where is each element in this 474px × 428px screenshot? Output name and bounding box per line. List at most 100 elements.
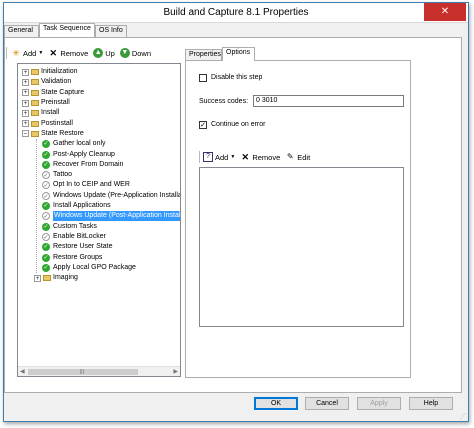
tree-item[interactable]: ✓ Install Applications	[42, 201, 111, 211]
tree-item-label: Recover From Domain	[53, 160, 124, 168]
tree-item[interactable]: + Imaging	[34, 273, 78, 283]
add-icon: ✳	[12, 48, 20, 58]
expand-icon[interactable]: +	[34, 274, 41, 282]
remove-button[interactable]: ✕ Remove	[48, 48, 89, 58]
tree-item[interactable]: ✓ Restore User State	[42, 242, 113, 252]
down-button[interactable]: ▼ Down	[119, 48, 152, 58]
tree-item[interactable]: + State Capture	[22, 88, 84, 98]
task-sequence-tree[interactable]: + Initialization + Validation + State Capture…	[17, 63, 181, 377]
checkmark-icon: ✓	[42, 202, 50, 211]
condition-edit-button[interactable]: ✎ Edit	[285, 152, 310, 162]
condition-remove-label: Remove	[252, 152, 281, 162]
checkmark-icon: ✓	[42, 181, 50, 190]
tree-item[interactable]: + Initialization	[22, 67, 78, 77]
folder-icon	[31, 110, 39, 117]
tab-os-info[interactable]: OS Info	[95, 25, 127, 37]
checkmark-icon: ✓	[42, 171, 50, 180]
tree-item[interactable]: ✓ Restore Groups	[42, 252, 102, 262]
horizontal-scrollbar[interactable]: ◀ ||| ▶	[18, 366, 180, 376]
checkmark-icon: ✓	[42, 160, 50, 169]
remove-label: Remove	[60, 48, 89, 58]
add-button[interactable]: ✳ Add ▼	[11, 48, 43, 58]
folder-icon	[31, 69, 39, 76]
apply-button[interactable]: Apply	[357, 397, 401, 410]
down-label: Down	[131, 48, 152, 58]
up-arrow-icon: ▲	[93, 48, 104, 58]
continue-on-error-checkbox[interactable]: ✓	[199, 121, 207, 129]
remove-icon: ✕	[49, 48, 58, 58]
tree-item[interactable]: ✓ Opt In to CEIP and WER	[42, 180, 130, 190]
expand-icon[interactable]: +	[22, 78, 29, 86]
resize-grip-icon[interactable]: ⋰	[460, 413, 468, 421]
edit-icon: ✎	[286, 152, 294, 161]
expand-icon[interactable]: +	[22, 89, 29, 97]
help-button[interactable]: Help	[409, 397, 453, 410]
tab-general[interactable]: General	[4, 25, 39, 37]
tree-item[interactable]: + Preinstall	[22, 98, 70, 108]
scroll-right-icon[interactable]: ▶	[173, 368, 178, 375]
tree-content: + Initialization + Validation + State Capture…	[18, 64, 180, 366]
ok-button[interactable]: OK	[254, 397, 298, 410]
tree-item-label: Postinstall	[41, 119, 73, 127]
checkmark-icon: ✓	[42, 263, 50, 272]
checkmark-icon: ✓	[42, 212, 50, 221]
remove-icon: ✕	[241, 152, 250, 162]
tree-item[interactable]: ✓ Recover From Domain	[42, 160, 123, 170]
tree-item-label: State Restore	[41, 129, 84, 137]
conditions-toolbar: ? Add ▼ ✕ Remove ✎ Edit	[199, 151, 315, 163]
add-label: Add	[23, 48, 37, 58]
tree-item-label: Enable BitLocker	[53, 232, 106, 240]
tree-item[interactable]: + Install	[22, 108, 59, 118]
success-codes-label: Success codes:	[199, 98, 249, 105]
condition-add-label: Add	[215, 152, 229, 162]
tree-item[interactable]: ✓ Post-Apply Cleanup	[42, 149, 115, 159]
tree-item[interactable]: ✓ Custom Tasks	[42, 222, 97, 232]
checkmark-icon: ✓	[42, 191, 50, 200]
tree-item-label: Gather local only	[53, 140, 106, 148]
tree-item[interactable]: ✓ Apply Local GPO Package	[42, 263, 136, 273]
condition-remove-button[interactable]: ✕ Remove	[240, 152, 281, 162]
expand-icon[interactable]: +	[22, 120, 29, 128]
scrollbar-grip-icon: |||	[80, 369, 84, 375]
scroll-left-icon[interactable]: ◀	[20, 368, 25, 375]
tree-item-label: Initialization	[41, 68, 78, 76]
tree-item[interactable]: ✓ Tattoo	[42, 170, 72, 180]
checkmark-icon: ✓	[200, 121, 206, 129]
close-button[interactable]: ✕	[424, 3, 466, 21]
expand-icon[interactable]: +	[22, 99, 29, 107]
tree-item[interactable]: − State Restore	[22, 129, 84, 139]
task-sequence-toolbar: ✳ Add ▼ ✕ Remove ▲ Up ▼ Down	[6, 46, 156, 60]
tree-item-label: Imaging	[53, 274, 78, 282]
tree-connector-line	[36, 139, 37, 273]
chevron-down-icon: ▼	[230, 154, 236, 160]
conditions-list[interactable]	[199, 167, 404, 327]
title-bar: Build and Capture 8.1 Properties ✕	[4, 3, 468, 23]
chevron-down-icon: ▼	[38, 50, 44, 56]
tree-item[interactable]: + Postinstall	[22, 119, 73, 129]
tree-item[interactable]: ✓ Enable BitLocker	[42, 232, 106, 242]
expand-icon[interactable]: +	[22, 68, 29, 76]
checkmark-icon: ✓	[42, 140, 50, 149]
folder-icon	[31, 89, 39, 96]
tree-item-label: State Capture	[41, 88, 85, 96]
disable-step-checkbox[interactable]	[199, 74, 207, 82]
condition-add-button[interactable]: ? Add ▼	[203, 152, 235, 162]
checkmark-icon: ✓	[42, 232, 50, 241]
tree-item[interactable]: ✓ Windows Update (Post-Application Instal…	[42, 211, 180, 222]
tree-item-label: Windows Update (Pre-Application Installa	[53, 191, 181, 199]
tree-item-label: Post-Apply Cleanup	[53, 150, 115, 158]
collapse-icon[interactable]: −	[22, 130, 29, 138]
tree-item-label: Tattoo	[53, 171, 73, 179]
success-codes-input[interactable]: 0 3010	[253, 95, 404, 107]
close-icon: ✕	[440, 6, 450, 17]
tab-task-sequence[interactable]: Task Sequence	[39, 23, 95, 37]
tree-item[interactable]: ✓ Windows Update (Pre-Application Install…	[42, 191, 181, 201]
tree-item-label: Install	[41, 109, 60, 117]
cancel-button[interactable]: Cancel	[305, 397, 349, 410]
tree-item-label: Opt In to CEIP and WER	[53, 181, 130, 189]
up-button[interactable]: ▲ Up	[93, 48, 115, 58]
expand-icon[interactable]: +	[22, 109, 29, 117]
tree-item[interactable]: + Validation	[22, 77, 71, 87]
tab-options[interactable]: Options	[222, 47, 255, 61]
tree-item[interactable]: ✓ Gather local only	[42, 139, 106, 149]
